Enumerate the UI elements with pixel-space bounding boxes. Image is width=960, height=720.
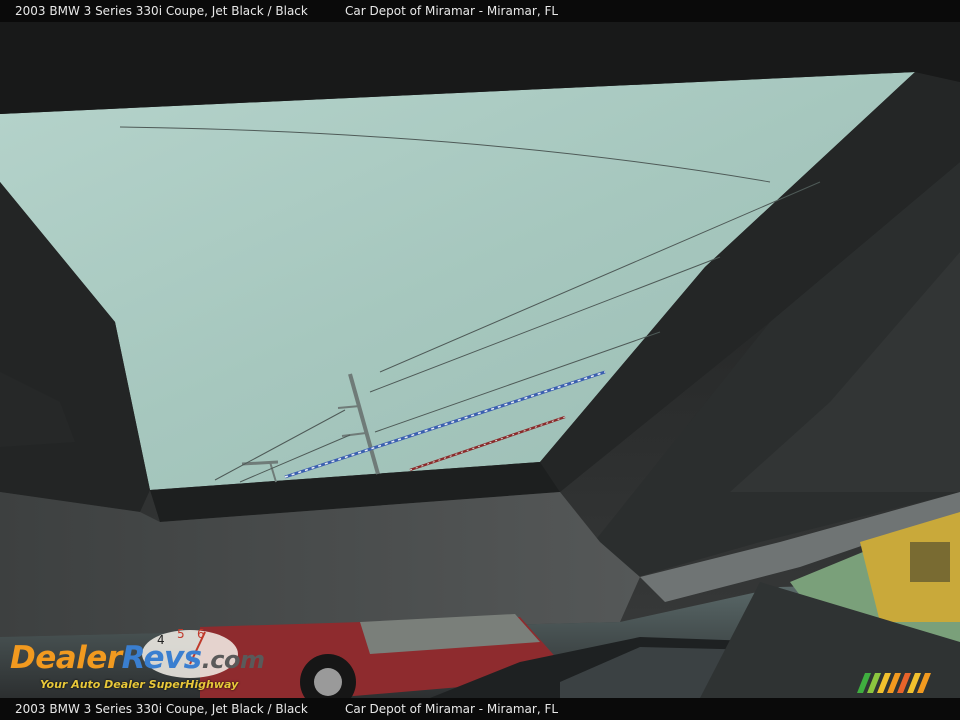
headliner-rear-panel [0, 492, 640, 637]
dealerrevs-watermark: 4 5 6 DealerRevs.com Your Auto Dealer Su… [10, 624, 280, 696]
brand-suffix: .com [201, 646, 265, 674]
dealer-name-footer: Car Depot of Miramar - Miramar, FL [345, 702, 559, 716]
dealer-name: Car Depot of Miramar - Miramar, FL [345, 4, 559, 18]
svg-text:5: 5 [177, 627, 185, 641]
stripes-logo-icon [857, 673, 931, 693]
vehicle-photo [0, 22, 960, 698]
brand-tagline: Your Auto Dealer SuperHighway [40, 678, 239, 691]
vehicle-title-footer: 2003 BMW 3 Series 330i Coupe, Jet Black … [15, 702, 308, 716]
brand-right: Revs [121, 640, 203, 676]
vehicle-title: 2003 BMW 3 Series 330i Coupe, Jet Black … [15, 4, 308, 18]
vehicle-photo-page: 2003 BMW 3 Series 330i Coupe, Jet Black … [0, 0, 960, 720]
top-caption-bar: 2003 BMW 3 Series 330i Coupe, Jet Black … [0, 0, 960, 22]
brand-left: Dealer [10, 640, 122, 676]
brand-wordmark: DealerRevs.com [10, 640, 265, 676]
bottom-caption-bar: 2003 BMW 3 Series 330i Coupe, Jet Black … [0, 698, 960, 720]
